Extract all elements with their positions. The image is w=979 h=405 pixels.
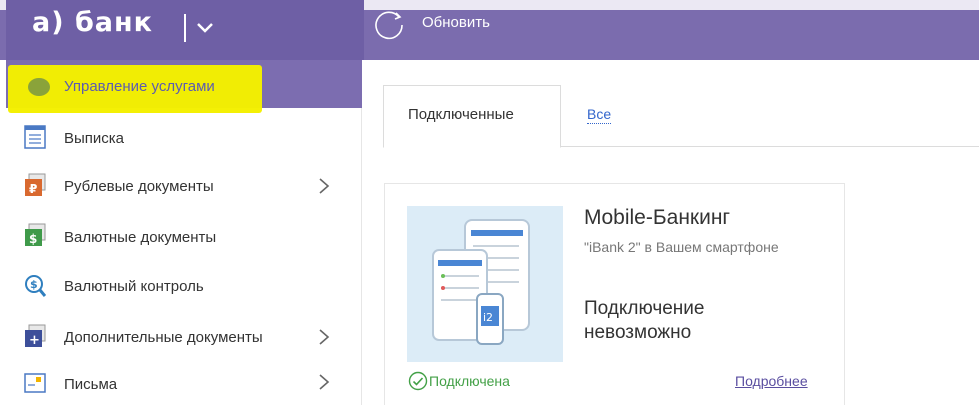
services-icon	[28, 78, 50, 96]
chevron-right-icon[interactable]	[318, 178, 330, 194]
sidebar-item-label: Валютный контроль	[64, 278, 204, 295]
additional-documents-icon: +	[25, 324, 46, 348]
currency-documents-icon: $	[25, 223, 46, 246]
sidebar-item-label: Письма	[64, 376, 118, 393]
check-circle-icon	[408, 371, 428, 391]
refresh-button[interactable]: Обновить	[422, 14, 490, 31]
tab-all[interactable]: Все	[587, 106, 612, 124]
chevron-down-icon[interactable]	[194, 16, 216, 38]
sidebar-item-label: Рублевые документы	[64, 178, 214, 195]
mobile-banking-illustration: i2	[407, 206, 563, 362]
svg-text:i2: i2	[483, 311, 493, 324]
currency-control-icon: $	[25, 275, 46, 297]
svg-text:$: $	[30, 278, 38, 291]
sidebar-item-label: Выписка	[64, 130, 125, 147]
statement-icon	[24, 125, 46, 149]
ruble-documents-icon: ₽	[25, 173, 46, 196]
chevron-right-icon[interactable]	[318, 329, 330, 345]
card-status: Подключение невозможно	[584, 298, 705, 343]
sidebar-item-currency-control[interactable]: $ Валютный контроль	[0, 262, 362, 310]
details-link[interactable]: Подробнее	[735, 373, 808, 389]
sidebar-item-services-label[interactable]: Управление услугами	[64, 78, 215, 95]
svg-text:$: $	[29, 232, 37, 246]
refresh-icon[interactable]	[372, 8, 406, 42]
sidebar-item-letters[interactable]: Письма	[0, 362, 362, 405]
logo-divider	[184, 14, 186, 42]
card-subtitle: "iBank 2" в Вашем смартфоне	[584, 239, 779, 255]
chevron-right-icon[interactable]	[318, 374, 330, 390]
sidebar-item-currency-documents[interactable]: $ Валютные документы	[0, 212, 362, 260]
bank-logo[interactable]: а) банк	[32, 7, 153, 38]
sidebar-item-label: Дополнительные документы	[64, 329, 263, 346]
letters-icon	[24, 373, 46, 393]
connected-status-label: Подключена	[429, 373, 510, 389]
sidebar-item-label: Валютные документы	[64, 229, 217, 246]
card-title: Mobile-Банкинг	[584, 206, 731, 229]
tab-connected-label[interactable]: Подключенные	[408, 106, 514, 123]
svg-text:₽: ₽	[29, 182, 37, 196]
svg-text:+: +	[29, 333, 40, 348]
sidebar-item-ruble-documents[interactable]: ₽ Рублевые документы	[0, 162, 362, 210]
sidebar-item-additional-documents[interactable]: + Дополнительные документы	[0, 313, 362, 361]
sidebar-item-statement[interactable]: Выписка	[0, 113, 362, 161]
